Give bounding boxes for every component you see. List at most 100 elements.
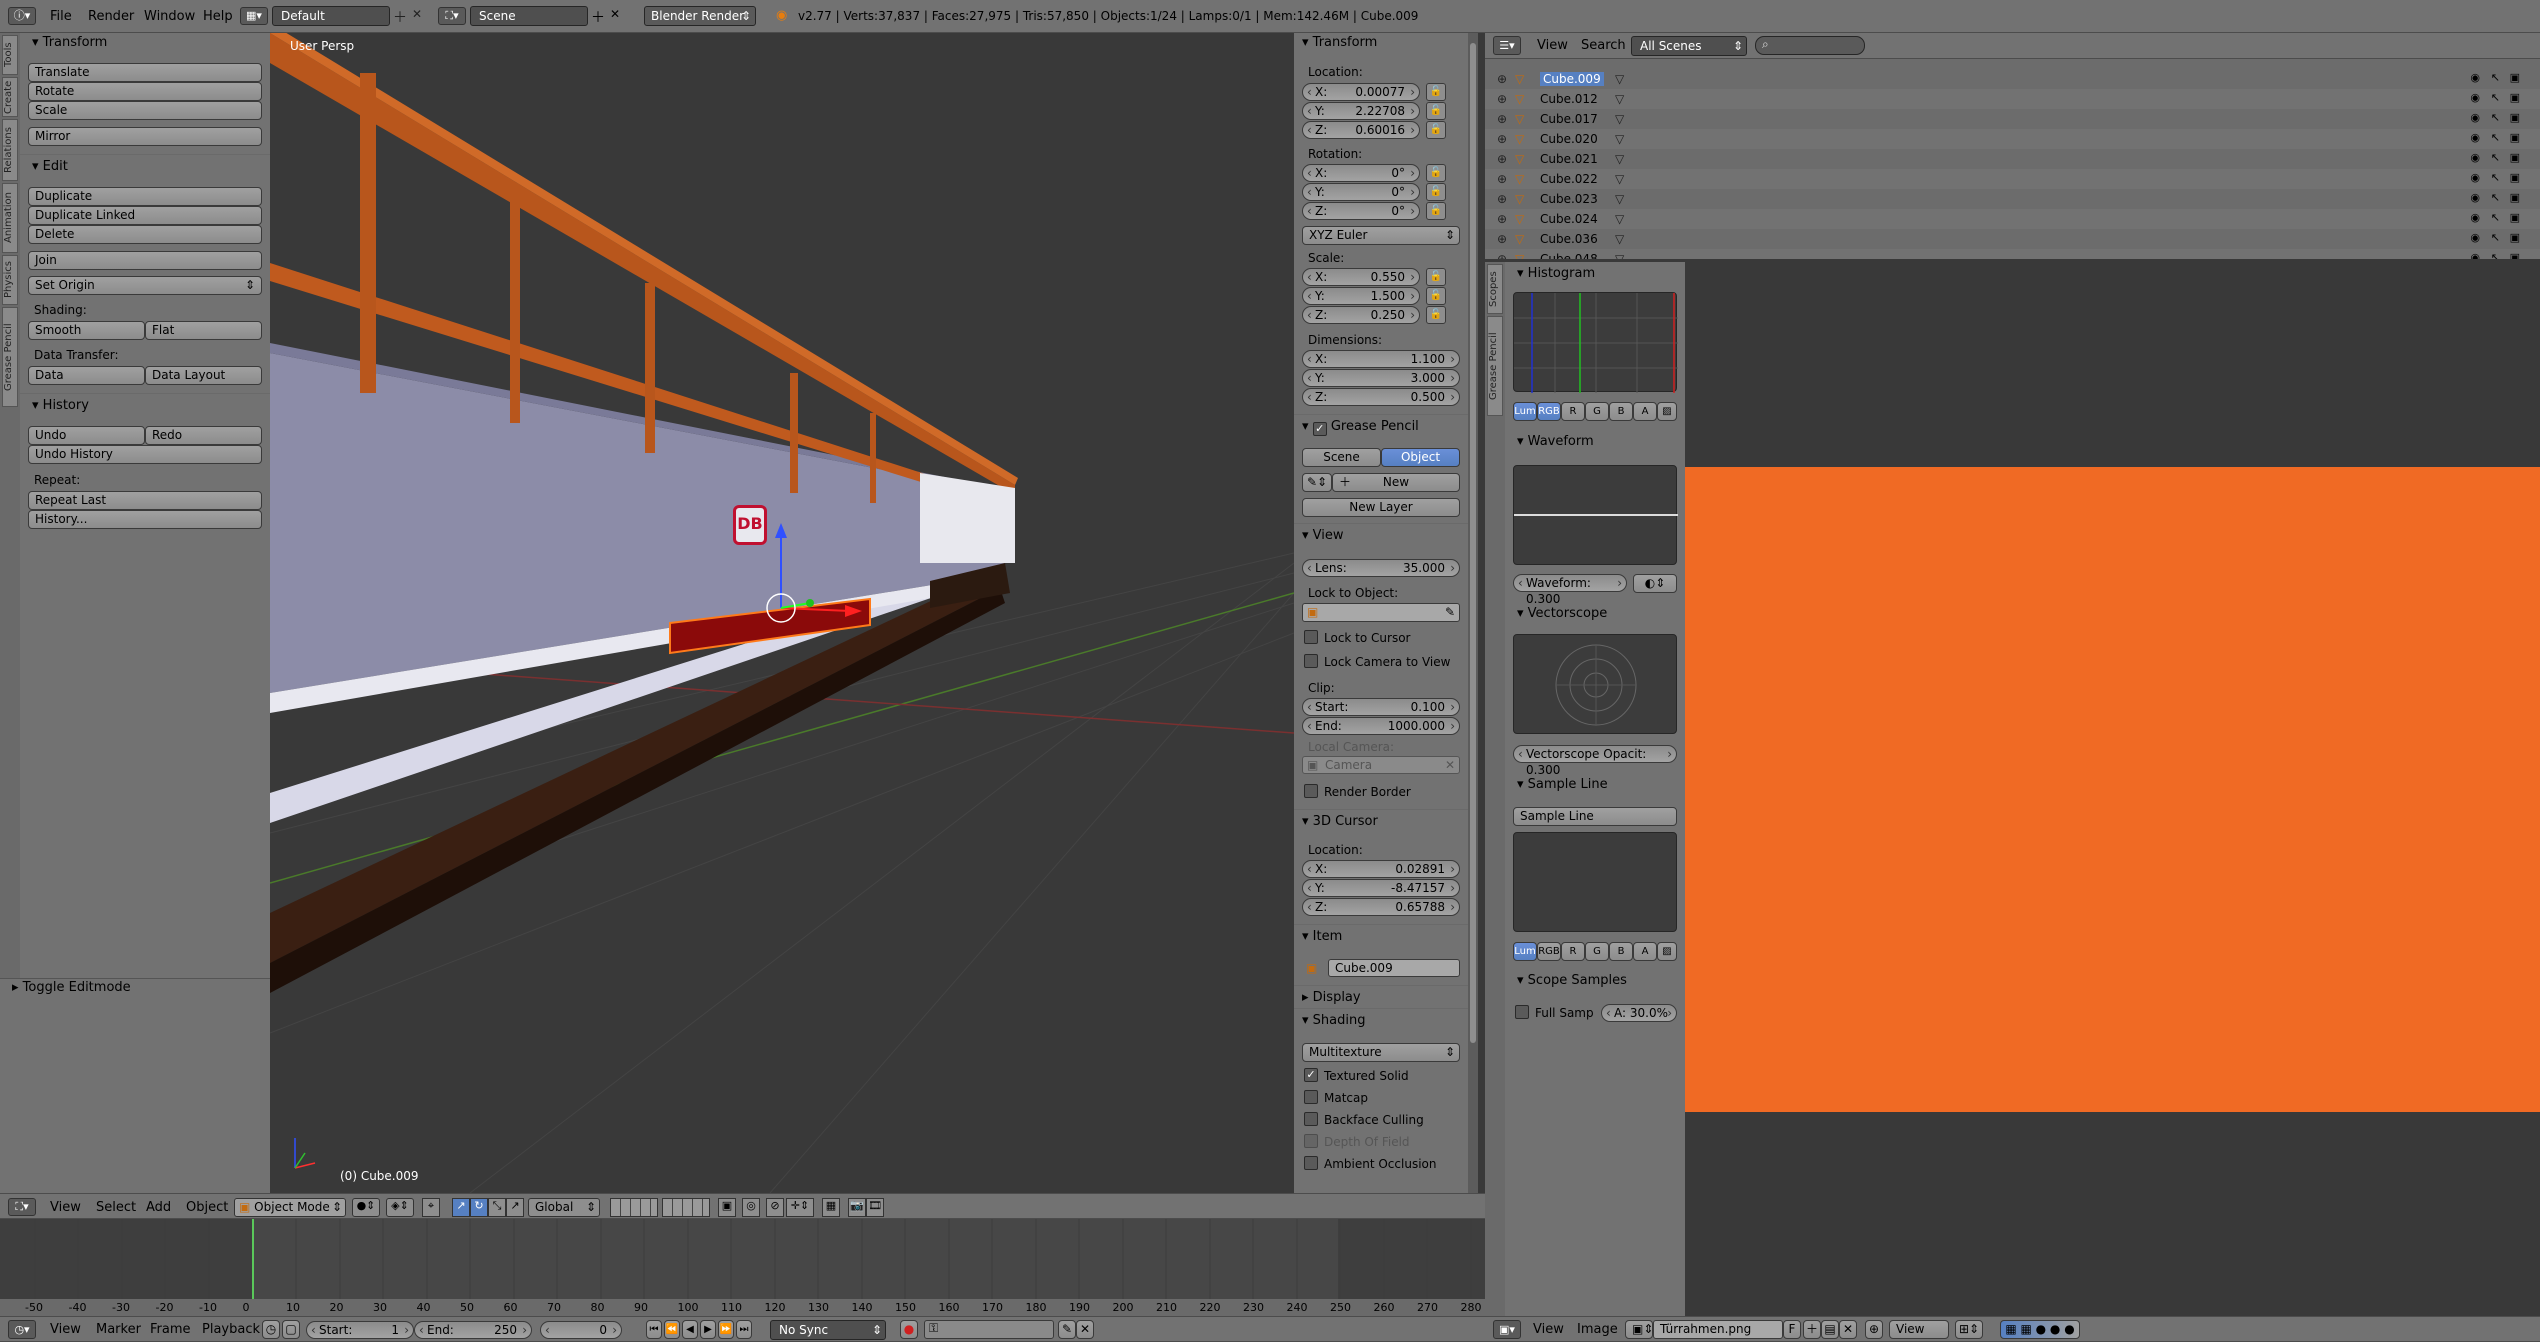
jump-start-icon[interactable]: ⏮ <box>646 1320 662 1339</box>
shading-panel-title[interactable]: ▾ Shading <box>1302 1013 1365 1028</box>
viewport-shading-icon[interactable]: ●⇕ <box>352 1198 380 1217</box>
mode-select[interactable]: ▣ Object Mode ⇕ <box>234 1198 346 1217</box>
outliner-item-name[interactable]: Cube.009 <box>1540 72 1604 86</box>
renderable-camera-icon[interactable]: ▣ <box>2510 211 2520 224</box>
play-reverse-icon[interactable]: ◀ <box>682 1320 698 1339</box>
screen-layout-field[interactable]: Default <box>272 6 390 26</box>
image-browse-icon[interactable]: ▣⇕ <box>1625 1320 1653 1339</box>
layers-grid-2[interactable] <box>662 1198 710 1217</box>
image-editor-canvas[interactable] <box>1685 262 2540 1317</box>
outliner-item-name[interactable]: Cube.021 <box>1540 152 1598 166</box>
undo-history-button[interactable]: Undo History <box>28 445 262 464</box>
histogram-lum-button[interactable]: Lum <box>1513 402 1537 421</box>
proportional-edit-icon[interactable]: ◎ <box>742 1198 760 1217</box>
rotation-y-field[interactable]: Y:0° <box>1302 183 1420 201</box>
expand-icon[interactable]: ⊕ <box>1497 92 1507 106</box>
expand-icon[interactable]: ⊕ <box>1497 112 1507 126</box>
selectable-arrow-icon[interactable]: ↖ <box>2491 71 2500 84</box>
translate-button[interactable]: Translate <box>28 63 262 82</box>
timeline-area[interactable]: -50 -40 -30 -20 -10 0 10 20 30 40 50 60 70 80 90 100 110… <box>0 1219 1485 1316</box>
outliner-item-name[interactable]: Cube.036 <box>1540 232 1598 246</box>
grease-pencil-object-button[interactable]: Object <box>1381 448 1460 467</box>
full-samp-checkbox[interactable] <box>1515 1005 1529 1019</box>
matcap-checkbox[interactable] <box>1304 1090 1318 1104</box>
sync-mode-select[interactable]: No Sync ⇕ <box>770 1320 886 1340</box>
visibility-eye-icon[interactable]: ◉ <box>2470 251 2480 259</box>
renderable-camera-icon[interactable]: ▣ <box>2510 111 2520 124</box>
grease-pencil-new-button[interactable]: ＋ New <box>1332 473 1460 492</box>
scene-field[interactable]: Scene <box>470 6 588 26</box>
end-frame-field[interactable]: End:250 <box>414 1321 532 1339</box>
dimensions-z-field[interactable]: Z:0.500 <box>1302 388 1460 406</box>
tab-animation[interactable]: Animation <box>2 183 18 253</box>
cursor-z-field[interactable]: Z:0.65788 <box>1302 898 1460 916</box>
rotate-manipulator-icon[interactable]: ↻ <box>470 1198 488 1217</box>
rotation-mode-select[interactable]: XYZ Euler ⇕ <box>1302 226 1460 245</box>
pin-icon[interactable]: ⊕ <box>1865 1320 1883 1339</box>
display-panel-title[interactable]: ▸ Display <box>1302 990 1361 1005</box>
scale-y-field[interactable]: Y:1.500 <box>1302 287 1420 305</box>
lock-layers-icon[interactable]: ▣ <box>718 1198 736 1217</box>
expand-icon[interactable]: ⊕ <box>1497 232 1507 246</box>
translate-manipulator-icon[interactable]: ↗ <box>452 1198 470 1217</box>
sample-line-title[interactable]: ▾ Sample Line <box>1517 777 1608 792</box>
lock-range-icon[interactable]: ▢ <box>282 1320 300 1339</box>
duplicate-button[interactable]: Duplicate <box>28 187 262 206</box>
visibility-eye-icon[interactable]: ◉ <box>2470 231 2480 244</box>
render-border-checkbox[interactable] <box>1304 784 1318 798</box>
outliner-row[interactable]: ⊕ ▽ Cube.021 ▽ ◉ ↖ ▣ <box>1485 149 2540 169</box>
timeline-menu-view[interactable]: View <box>50 1322 81 1337</box>
dimensions-y-field[interactable]: Y:3.000 <box>1302 369 1460 387</box>
timeline-menu-frame[interactable]: Frame <box>150 1322 191 1337</box>
tab-relations[interactable]: Relations <box>2 119 18 181</box>
visibility-eye-icon[interactable]: ◉ <box>2470 91 2480 104</box>
rotation-x-field[interactable]: X:0° <box>1302 164 1420 182</box>
mirror-button[interactable]: Mirror <box>28 127 262 146</box>
editor-type-icon[interactable]: ⛶▾ <box>8 1198 36 1216</box>
grease-pencil-checkbox[interactable]: ✓ <box>1312 422 1327 436</box>
preview-range-icon[interactable]: ◷ <box>262 1320 280 1339</box>
new-image-icon[interactable]: ＋ <box>1803 1320 1821 1339</box>
blender-info-icon[interactable]: ⓘ▾ <box>8 7 36 25</box>
item-name-field[interactable]: Cube.009 <box>1328 959 1460 977</box>
tab-grease-pencil-scopes[interactable]: Grease Pencil <box>1487 316 1503 416</box>
renderable-camera-icon[interactable]: ▣ <box>2510 131 2520 144</box>
selectable-arrow-icon[interactable]: ↖ <box>2491 171 2500 184</box>
renderable-camera-icon[interactable]: ▣ <box>2510 91 2520 104</box>
waveform-mode-icon[interactable]: ◐⇕ <box>1633 574 1677 593</box>
renderable-camera-icon[interactable]: ▣ <box>2510 231 2520 244</box>
properties-scrollbar[interactable] <box>1468 33 1478 1193</box>
pencil-brush-icon[interactable]: ✎⇕ <box>1302 473 1332 492</box>
viewport-3d[interactable]: DB User Persp (0) Cube.009 <box>270 33 1294 1193</box>
menu-file[interactable]: File <box>50 9 72 24</box>
current-frame-indicator[interactable] <box>252 1219 254 1299</box>
layers-grid-1[interactable] <box>610 1198 658 1217</box>
render-engine-select[interactable]: Blender Render ⇕ <box>644 6 756 26</box>
keying-set-field[interactable]: ⚿ <box>924 1320 1054 1339</box>
set-origin-select[interactable]: Set Origin ⇕ <box>28 276 262 295</box>
waveform-opacity-field[interactable]: Waveform: 0.300 <box>1513 574 1627 606</box>
clip-start-field[interactable]: Start:0.100 <box>1302 698 1460 716</box>
histogram-a-button[interactable]: A <box>1633 402 1657 421</box>
lock-to-cursor-checkbox[interactable] <box>1304 630 1318 644</box>
depth-of-field-checkbox[interactable] <box>1304 1134 1318 1148</box>
outliner-item-name[interactable]: Cube.022 <box>1540 172 1598 186</box>
scale-manipulator-icon[interactable]: ⤡ <box>488 1198 506 1217</box>
waveform-title[interactable]: ▾ Waveform <box>1517 434 1594 449</box>
selectable-arrow-icon[interactable]: ↖ <box>2491 91 2500 104</box>
snap-target-icon[interactable]: ✛⇕ <box>786 1198 814 1217</box>
outliner-item-name[interactable]: Cube.020 <box>1540 132 1598 146</box>
render-preview-icon[interactable]: ▦ <box>822 1198 840 1217</box>
cursor-panel-title[interactable]: ▾ 3D Cursor <box>1302 814 1378 829</box>
visibility-eye-icon[interactable]: ◉ <box>2470 131 2480 144</box>
selectable-arrow-icon[interactable]: ↖ <box>2491 211 2500 224</box>
outliner-row[interactable]: ⊕ ▽ Cube.020 ▽ ◉ ↖ ▣ <box>1485 129 2540 149</box>
rotate-button[interactable]: Rotate <box>28 82 262 101</box>
image-menu-image[interactable]: Image <box>1577 1322 1618 1337</box>
fake-user-button[interactable]: F <box>1783 1320 1801 1339</box>
transform-panel-title[interactable]: ▾ Transform <box>32 35 107 50</box>
transform-props-title[interactable]: ▾ Transform <box>1302 35 1377 50</box>
lock-icon[interactable]: 🔓 <box>1426 268 1446 286</box>
zoom-icon[interactable]: ⊞⇕ <box>1955 1320 1983 1339</box>
dimensions-x-field[interactable]: X:1.100 <box>1302 350 1460 368</box>
